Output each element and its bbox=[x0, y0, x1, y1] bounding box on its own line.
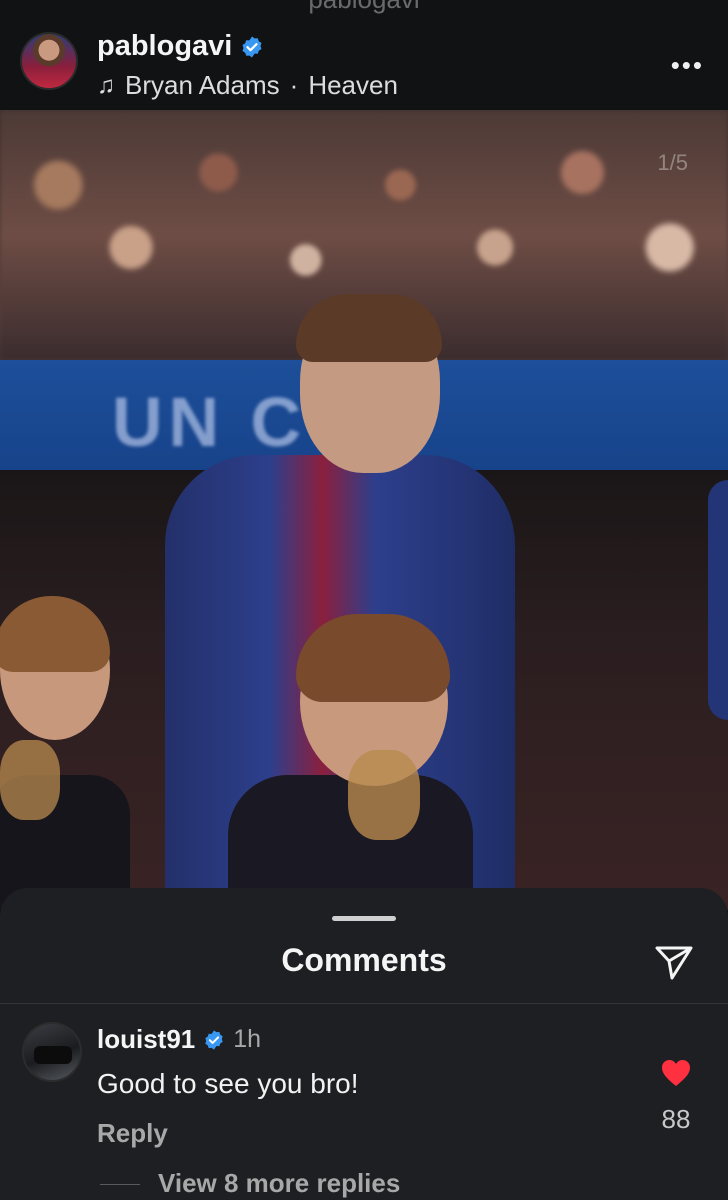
comments-sheet: Comments louist91 1h Good to see you bro… bbox=[0, 888, 728, 1200]
comment-text: Good to see you bro! bbox=[97, 1068, 359, 1099]
view-more-replies-button[interactable]: View 8 more replies bbox=[158, 1168, 400, 1199]
photo-counter: 1/5 bbox=[657, 150, 688, 175]
music-song: Heaven bbox=[308, 70, 398, 100]
verified-badge-icon bbox=[242, 36, 262, 57]
music-note-icon: ♫ bbox=[97, 71, 115, 99]
music-separator: · bbox=[289, 70, 299, 100]
mascot-print bbox=[348, 750, 420, 840]
post-photo[interactable]: UN C T 1/5 bbox=[0, 110, 728, 910]
comment-username[interactable]: louist91 bbox=[97, 1024, 195, 1055]
sheet-grabber[interactable] bbox=[332, 916, 396, 921]
verified-badge-icon bbox=[205, 1029, 223, 1050]
replies-line bbox=[100, 1184, 140, 1185]
top-title-strip: pablogavi bbox=[0, 0, 728, 18]
post-header: pablogavi ♫ Bryan Adams · Heaven ••• bbox=[0, 18, 728, 110]
comment-header: louist91 1h bbox=[97, 1024, 261, 1055]
sheet-divider bbox=[0, 1003, 728, 1004]
paper-plane-icon[interactable] bbox=[652, 940, 696, 984]
reply-button[interactable]: Reply bbox=[97, 1118, 168, 1149]
profile-avatar[interactable] bbox=[20, 32, 78, 90]
music-artist: Bryan Adams bbox=[125, 70, 280, 100]
profile-username[interactable]: pablogavi bbox=[97, 30, 232, 63]
more-options-button[interactable]: ••• bbox=[671, 50, 704, 81]
username-row: pablogavi bbox=[97, 30, 264, 63]
left-mascot-print bbox=[0, 740, 60, 820]
comment-time: 1h bbox=[233, 1025, 262, 1053]
child-hair bbox=[296, 614, 450, 702]
commenter-avatar[interactable] bbox=[22, 1022, 82, 1082]
right-player-shape bbox=[708, 480, 728, 720]
comments-title: Comments bbox=[281, 942, 447, 978]
like-count: 88 bbox=[661, 1104, 691, 1134]
heart-filled-icon[interactable] bbox=[660, 1058, 692, 1088]
player-hair bbox=[296, 294, 442, 362]
music-row[interactable]: ♫ Bryan Adams · Heaven bbox=[97, 70, 398, 101]
top-title-text: pablogavi bbox=[0, 0, 728, 15]
